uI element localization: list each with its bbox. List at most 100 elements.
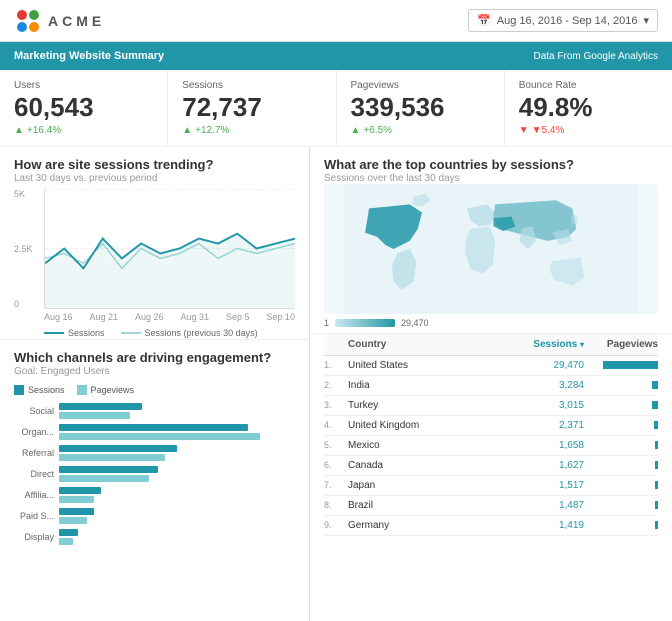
bar-label-5: Paid S... (14, 511, 59, 521)
right-panel: What are the top countries by sessions? … (310, 147, 672, 621)
sessions-chart-title: How are site sessions trending? (14, 157, 295, 172)
x-label-sep5: Sep 5 (226, 312, 250, 322)
row-num-6: 7. (324, 480, 344, 490)
bar-container-1 (59, 424, 295, 440)
row-num-4: 5. (324, 440, 344, 450)
channels-section: Which channels are driving engagement? G… (0, 340, 309, 555)
bar-label-6: Display (14, 532, 59, 542)
row-country-0: United States (348, 360, 500, 371)
legend-line-solid (44, 332, 64, 334)
metric-users-label: Users (14, 80, 153, 91)
row-pageviews-bar-6 (588, 480, 658, 491)
bar-pageviews-5 (59, 517, 87, 524)
bar-chart: Sessions Pageviews Social Organ... Refer… (14, 385, 295, 545)
bar-legend-pageviews-label: Pageviews (91, 385, 135, 395)
bar-container-6 (59, 529, 295, 545)
row-sessions-0: 29,470 (504, 360, 584, 371)
y-label-0: 0 (14, 299, 33, 309)
scale-max: 29,470 (401, 318, 429, 328)
table-row-6: 7. Japan 1,517 (324, 476, 658, 496)
bar-pageviews-1 (59, 433, 260, 440)
bar-row-0: Social (14, 403, 295, 419)
legend-prev-label: Sessions (previous 30 days) (145, 328, 258, 338)
country-table: Country Sessions ▾ Pageviews 1. United S… (310, 334, 672, 621)
bar-container-2 (59, 445, 295, 461)
chart-legend: Sessions Sessions (previous 30 days) (44, 328, 295, 338)
bar-row-6: Display (14, 529, 295, 545)
bar-row-4: Affilia... (14, 487, 295, 503)
metric-sessions-value: 72,737 (182, 93, 321, 122)
pageviews-color-box (77, 385, 87, 395)
bar-sessions-6 (59, 529, 78, 536)
metric-pageviews-label: Pageviews (351, 80, 490, 91)
bar-pageviews-4 (59, 496, 94, 503)
row-pageviews-bar-4 (588, 440, 658, 451)
bar-sessions-3 (59, 466, 158, 473)
legend-sessions: Sessions (44, 328, 105, 338)
metric-pageviews: Pageviews 339,536 +6.5% (337, 70, 505, 146)
sessions-chart: 5K 2.5K 0 Au (14, 184, 295, 334)
row-num-3: 4. (324, 420, 344, 430)
bar-label-4: Affilia... (14, 490, 59, 500)
x-label-aug26: Aug 26 (135, 312, 164, 322)
header: ACME 📅 Aug 16, 2016 - Sep 14, 2016 ▾ (0, 0, 672, 42)
bar-legend: Sessions Pageviews (14, 385, 295, 395)
chevron-down-icon: ▾ (643, 14, 649, 27)
sessions-chart-subtitle: Last 30 days vs. previous period (14, 173, 295, 184)
map-svg (324, 184, 658, 314)
table-row-1: 2. India 3,284 (324, 376, 658, 396)
row-pageviews-bar-5 (588, 460, 658, 471)
metrics-row: Users 60,543 +16.4% Sessions 72,737 +12.… (0, 70, 672, 147)
bar-container-5 (59, 508, 295, 524)
metric-sessions-change: +12.7% (182, 125, 321, 136)
row-num-5: 6. (324, 460, 344, 470)
col-header-sessions: Sessions ▾ (504, 339, 584, 350)
bar-legend-pageviews: Pageviews (77, 385, 135, 395)
metric-users-value: 60,543 (14, 93, 153, 122)
banner-source: Data From Google Analytics (534, 51, 659, 62)
date-range-text: Aug 16, 2016 - Sep 14, 2016 (497, 15, 638, 27)
world-map (324, 184, 658, 314)
row-sessions-4: 1,658 (504, 440, 584, 451)
date-range[interactable]: 📅 Aug 16, 2016 - Sep 14, 2016 ▾ (468, 9, 658, 32)
bar-container-3 (59, 466, 295, 482)
bar-label-1: Organ... (14, 427, 59, 437)
row-pageviews-bar-8 (588, 520, 658, 531)
map-title: What are the top countries by sessions? (324, 157, 658, 172)
row-num-8: 9. (324, 520, 344, 530)
logo-icon (14, 7, 42, 35)
logo-text: ACME (48, 13, 105, 29)
metric-bounce-value: 49.8% (519, 93, 658, 122)
bar-pageviews-2 (59, 454, 165, 461)
y-label-5k: 5K (14, 189, 33, 199)
chart-x-labels: Aug 16 Aug 21 Aug 26 Aug 31 Sep 5 Sep 10 (44, 312, 295, 322)
row-country-6: Japan (348, 480, 500, 491)
row-country-3: United Kingdom (348, 420, 500, 431)
bar-label-3: Direct (14, 469, 59, 479)
row-country-7: Brazil (348, 500, 500, 511)
left-panel: How are site sessions trending? Last 30 … (0, 147, 310, 621)
sessions-color-box (14, 385, 24, 395)
x-label-aug21: Aug 21 (89, 312, 118, 322)
bar-sessions-2 (59, 445, 177, 452)
row-num-7: 8. (324, 500, 344, 510)
metric-sessions: Sessions 72,737 +12.7% (168, 70, 336, 146)
arrow-down-icon (519, 125, 529, 136)
row-sessions-1: 3,284 (504, 380, 584, 391)
metric-bounce-label: Bounce Rate (519, 80, 658, 91)
metric-bounce-rate: Bounce Rate 49.8% ▼5.4% (505, 70, 672, 146)
arrow-up-icon-2 (182, 125, 192, 136)
metric-sessions-label: Sessions (182, 80, 321, 91)
table-row-2: 3. Turkey 3,015 (324, 396, 658, 416)
table-row-7: 8. Brazil 1,487 (324, 496, 658, 516)
metric-users-change: +16.4% (14, 125, 153, 136)
channels-title: Which channels are driving engagement? (14, 350, 295, 365)
bar-row-3: Direct (14, 466, 295, 482)
table-row-3: 4. United Kingdom 2,371 (324, 416, 658, 436)
legend-sessions-label: Sessions (68, 328, 105, 338)
map-section: What are the top countries by sessions? … (310, 147, 672, 334)
row-country-4: Mexico (348, 440, 500, 451)
table-rows: 1. United States 29,470 2. India 3,284 3… (324, 356, 658, 536)
arrow-up-icon (14, 125, 24, 136)
legend-line-dashed (121, 332, 141, 334)
